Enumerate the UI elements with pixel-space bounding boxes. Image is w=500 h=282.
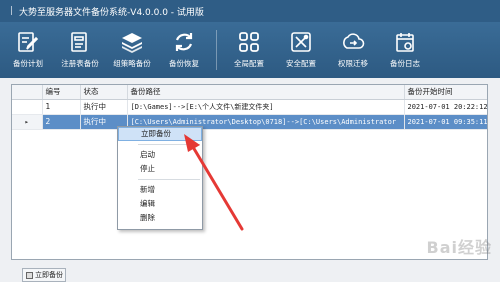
table-row[interactable]: ▸ 2 执行中 [C:\Users\Administrator\Desktop\… [12, 114, 487, 130]
toolbar-group-policy-backup-button[interactable]: 组策略备份 [106, 22, 158, 78]
toolbar-permission-migrate-button[interactable]: 权限迁移 [327, 22, 379, 78]
cell-start-time: 2021-07-01 20:22:12 [404, 99, 487, 115]
backup-now-button[interactable]: 立即备份 [22, 268, 66, 282]
menu-item-delete[interactable]: 删除 [118, 211, 202, 225]
toolbar-label: 备份日志 [390, 59, 420, 68]
cell-id: 1 [42, 99, 81, 115]
backup-now-icon [26, 271, 33, 279]
registry-icon [71, 32, 87, 52]
cell-start-time: 2021-07-01 09:35:11 [404, 114, 487, 130]
menu-item-edit[interactable]: 编辑 [118, 197, 202, 211]
backup-task-grid[interactable]: 编号 状态 备份路径 备份开始时间 1 执行中 [D:\Games]-->[E:… [11, 84, 488, 260]
column-header-id[interactable]: 编号 [42, 85, 81, 100]
toolbar-security-config-button[interactable]: 安全配置 [275, 22, 327, 78]
row-indicator [12, 99, 43, 115]
watermark-text: Bai经验 [426, 238, 492, 257]
grid-settings-icon [239, 32, 259, 52]
menu-item-stop[interactable]: 停止 [118, 162, 202, 176]
toolbar-label: 备份恢复 [169, 59, 199, 68]
column-header-path[interactable]: 备份路径 [127, 85, 405, 100]
backup-now-label: 立即备份 [35, 271, 63, 279]
menu-separator [138, 179, 200, 180]
title-pipe: | [10, 6, 14, 16]
toolbar-backup-log-button[interactable]: 备份日志 [379, 22, 431, 78]
cell-status: 执行中 [80, 99, 128, 115]
restore-icon [175, 33, 193, 51]
layers-icon [122, 33, 142, 53]
menu-item-start[interactable]: 启动 [118, 148, 202, 162]
column-header-start-time[interactable]: 备份开始时间 [404, 85, 487, 100]
edit-plan-icon [18, 32, 39, 52]
toolbar-separator [216, 30, 217, 70]
migrate-icon [343, 33, 365, 49]
menu-item-add[interactable]: 新增 [118, 183, 202, 197]
main-toolbar: 备份计划 注册表备份 组策略备份 备份恢复 全局配置 安全配置 权限迁移 备份日… [0, 22, 500, 78]
menu-separator [138, 144, 200, 145]
toolbar-backup-restore-button[interactable]: 备份恢复 [158, 22, 210, 78]
task-table: 编号 状态 备份路径 备份开始时间 1 执行中 [D:\Games]-->[E:… [12, 85, 487, 130]
toolbar-backup-plan-button[interactable]: 备份计划 [2, 22, 54, 78]
row-context-menu: 立即备份 启动 停止 新增 编辑 删除 [117, 126, 203, 230]
column-header-status[interactable]: 状态 [80, 85, 128, 100]
toolbar-label: 组策略备份 [113, 59, 151, 68]
row-indicator-header [12, 85, 43, 100]
cell-path: [D:\Games]-->[E:\个人文件\新建文件夹] [127, 99, 405, 115]
toolbar-label: 备份计划 [13, 59, 43, 68]
cell-id: 2 [42, 114, 81, 130]
toolbar-label: 注册表备份 [61, 59, 99, 68]
title-bar: | 大势至服务器文件备份系统-V4.0.0.0 - 试用版 [0, 0, 500, 22]
security-tools-icon [291, 32, 311, 52]
table-header-row: 编号 状态 备份路径 备份开始时间 [12, 85, 487, 100]
current-row-indicator-icon: ▸ [12, 114, 43, 130]
toolbar-label: 安全配置 [286, 59, 316, 68]
toolbar-label: 全局配置 [234, 59, 264, 68]
toolbar-global-config-button[interactable]: 全局配置 [223, 22, 275, 78]
toolbar-registry-backup-button[interactable]: 注册表备份 [54, 22, 106, 78]
window-title: 大势至服务器文件备份系统-V4.0.0.0 - 试用版 [19, 7, 204, 18]
calendar-log-icon [396, 33, 414, 52]
toolbar-label: 权限迁移 [338, 59, 368, 68]
menu-item-backup-now[interactable]: 立即备份 [118, 127, 202, 141]
table-row[interactable]: 1 执行中 [D:\Games]-->[E:\个人文件\新建文件夹] 2021-… [12, 99, 487, 115]
